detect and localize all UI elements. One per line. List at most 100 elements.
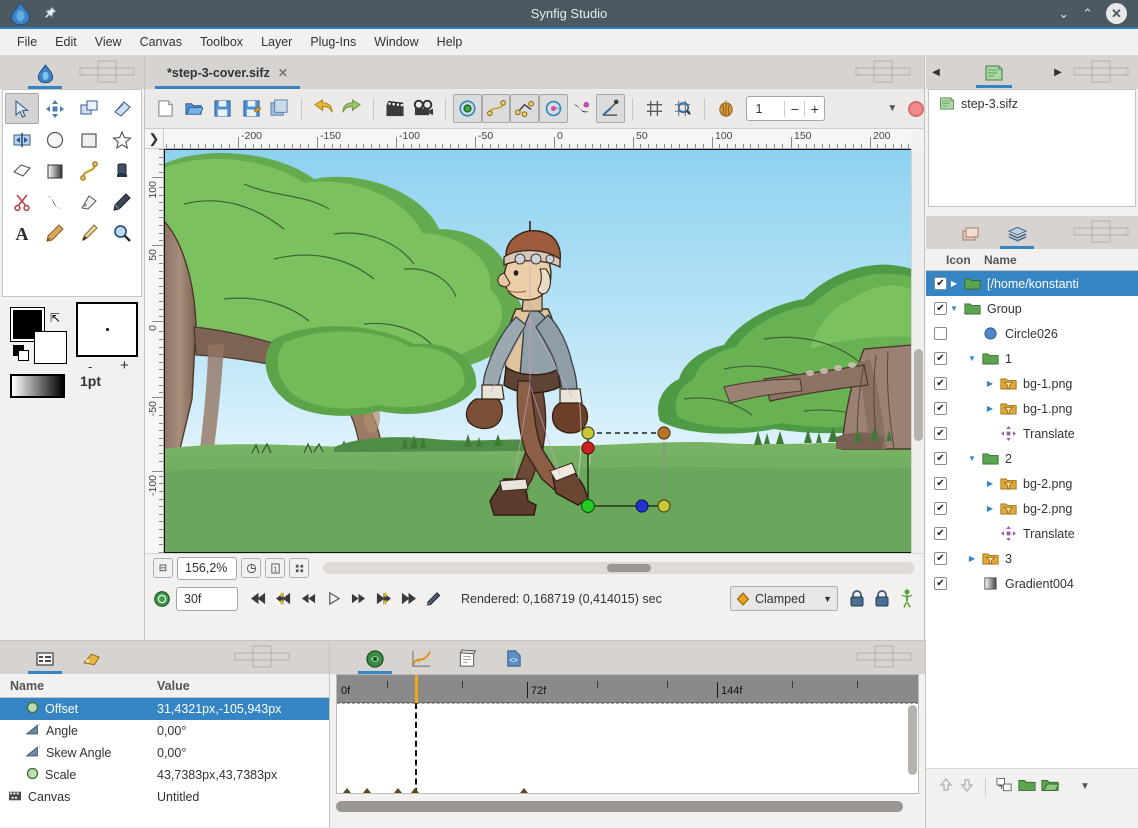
animate-figure-icon[interactable]: [896, 588, 918, 610]
swap-colors-icon[interactable]: ⇱: [50, 311, 60, 325]
fill-tool[interactable]: [106, 155, 140, 186]
tab-meta-data[interactable]: <>: [490, 643, 536, 674]
param-value-label[interactable]: 31,4321px,-105,943px: [155, 702, 281, 716]
layer-visibility-checkbox[interactable]: [934, 327, 947, 340]
lower-layer-icon[interactable]: [959, 777, 975, 796]
render-icon[interactable]: [381, 94, 410, 123]
raise-layer-icon[interactable]: [938, 777, 954, 796]
show-angle-toggle-icon[interactable]: [596, 94, 625, 123]
save-as-icon[interactable]: [237, 94, 266, 123]
tab-scroll-left[interactable]: ◀: [926, 67, 946, 78]
cutout-tool[interactable]: [5, 186, 39, 217]
layer-visibility-checkbox[interactable]: ✔: [934, 277, 947, 290]
time-cursor-handle[interactable]: [415, 675, 418, 703]
menu-plugins[interactable]: Plug-Ins: [301, 32, 365, 52]
keyframe-marker[interactable]: [343, 788, 351, 793]
menu-file[interactable]: File: [8, 32, 46, 52]
show-tangents-toggle-icon[interactable]: [482, 94, 511, 123]
layer-menu-caret-icon[interactable]: ▼: [1080, 781, 1090, 792]
tab-children[interactable]: [444, 643, 490, 674]
expander-icon[interactable]: ▶: [983, 479, 997, 488]
transform-tool[interactable]: [5, 93, 39, 124]
layer-visibility-checkbox[interactable]: ✔: [934, 377, 947, 390]
layer-visibility-checkbox[interactable]: ✔: [934, 402, 947, 415]
current-time-field[interactable]: 30f: [176, 587, 238, 611]
layer-visibility-checkbox[interactable]: ✔: [934, 352, 947, 365]
menu-view[interactable]: View: [86, 32, 131, 52]
param-value-label[interactable]: 43,7383px,43,7383px: [155, 768, 277, 782]
redo-icon[interactable]: [337, 94, 366, 123]
timebar-ruler[interactable]: 0f72f144f: [337, 675, 918, 703]
keyframe-marker[interactable]: [363, 788, 371, 793]
play-icon[interactable]: [322, 588, 344, 610]
menu-help[interactable]: Help: [428, 32, 472, 52]
tab-timetrack[interactable]: [352, 643, 398, 674]
table-row[interactable]: ✔▶bg-1.png: [926, 396, 1138, 421]
tab-toolbox[interactable]: [22, 58, 68, 89]
animate-mode-toggle-icon[interactable]: [151, 588, 173, 610]
list-item[interactable]: step-3.sifz: [939, 96, 1135, 111]
toolbox-grip[interactable]: [76, 60, 138, 84]
canvas-browser-list[interactable]: step-3.sifz: [928, 89, 1136, 207]
text-tool[interactable]: A: [5, 217, 39, 248]
menu-layer[interactable]: Layer: [252, 32, 301, 52]
expander-icon[interactable]: ▼: [965, 354, 979, 363]
vertical-ruler[interactable]: 100500-50-100: [145, 149, 164, 553]
expander-icon[interactable]: ▶: [947, 279, 961, 288]
canvas-viewport[interactable]: [164, 149, 911, 553]
seek-begin-icon[interactable]: [247, 588, 269, 610]
reset-zoom-icon[interactable]: 1: [265, 558, 285, 578]
eyedrop-tool[interactable]: [72, 186, 106, 217]
expander-icon[interactable]: ▶: [983, 504, 997, 513]
table-row[interactable]: ✔Translate: [926, 521, 1138, 546]
table-row[interactable]: ✔▼Group: [926, 296, 1138, 321]
table-row[interactable]: ✔▶bg-2.png: [926, 471, 1138, 496]
default-colors-secondary-icon[interactable]: [18, 350, 29, 361]
seek-prev-frame-icon[interactable]: [297, 588, 319, 610]
table-row[interactable]: Offset31,4321px,-105,943px: [0, 698, 329, 720]
time-cursor[interactable]: [415, 703, 417, 794]
snap-to-grid-icon[interactable]: [668, 94, 697, 123]
mirror-tool[interactable]: [5, 124, 39, 155]
params-list[interactable]: Offset31,4321px,-105,943px°Angle0,00°°Sk…: [0, 698, 329, 827]
document-tab[interactable]: *step-3-cover.sifz ✕: [155, 57, 300, 89]
menu-edit[interactable]: Edit: [46, 32, 86, 52]
ungroup-layer-icon[interactable]: [1041, 777, 1059, 796]
pin-icon[interactable]: [38, 0, 60, 28]
artwork-canvas[interactable]: [164, 149, 911, 553]
table-row[interactable]: ✔▶[/home/konstanti: [926, 271, 1138, 296]
onion-skin-decrease[interactable]: −: [784, 101, 804, 117]
duplicate-layer-icon[interactable]: [996, 777, 1013, 796]
animate-editing-mode-icon[interactable]: [422, 588, 444, 610]
timetrack-body[interactable]: 0f72f144f: [336, 674, 919, 794]
undo-icon[interactable]: [309, 94, 338, 123]
zoom-out-button[interactable]: ⊟: [153, 558, 173, 578]
tab-keyframes[interactable]: [68, 643, 114, 674]
tab-layers[interactable]: [994, 218, 1040, 249]
close-icon[interactable]: ✕: [278, 66, 288, 80]
brush-tool[interactable]: [72, 217, 106, 248]
close-icon[interactable]: ✕: [1106, 3, 1127, 24]
menu-toolbox[interactable]: Toolbox: [191, 32, 252, 52]
param-value-label[interactable]: 0,00°: [155, 724, 186, 738]
preview-icon[interactable]: [410, 94, 439, 123]
table-row[interactable]: ✔▶3: [926, 546, 1138, 571]
expander-icon[interactable]: ▼: [947, 304, 961, 313]
canvas-horizontal-scrollbar[interactable]: [323, 562, 914, 574]
layers-grip[interactable]: [1070, 220, 1132, 244]
param-value-label[interactable]: 0,00°: [155, 746, 186, 760]
layer-visibility-checkbox[interactable]: ✔: [934, 527, 947, 540]
keyframe-marker[interactable]: [520, 788, 528, 793]
gradient-swatch[interactable]: [10, 374, 65, 398]
tab-params[interactable]: [22, 643, 68, 674]
tab-scroll-right[interactable]: ▶: [1048, 67, 1068, 78]
canvas-grip[interactable]: [852, 60, 914, 84]
sketch-tool[interactable]: [39, 217, 73, 248]
low-res-icon[interactable]: [289, 558, 309, 578]
seek-prev-keyframe-icon[interactable]: [272, 588, 294, 610]
table-row[interactable]: Scale43,7383px,43,7383px: [0, 764, 329, 786]
menu-canvas[interactable]: Canvas: [131, 32, 191, 52]
canvas-browser-grip[interactable]: [1070, 60, 1132, 84]
fit-canvas-icon[interactable]: [241, 558, 261, 578]
draw-tool[interactable]: [106, 186, 140, 217]
